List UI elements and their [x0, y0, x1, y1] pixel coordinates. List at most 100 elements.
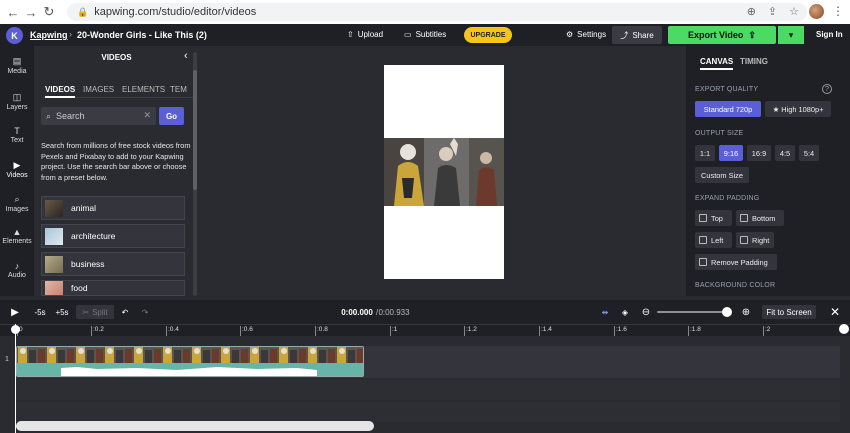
video-clip[interactable]	[16, 346, 364, 377]
search-input[interactable]: ⌕ Search ✕	[41, 107, 156, 125]
padding-top-checkbox[interactable]: Top	[695, 210, 732, 226]
upload-button[interactable]: ⇧ Upload	[347, 30, 383, 39]
canvas-page[interactable]	[384, 65, 504, 279]
checkbox-label: Remove Padding	[711, 257, 768, 267]
rail-item-elements[interactable]: ▲ Elements	[0, 227, 34, 245]
rail-item-text[interactable]: T Text	[0, 126, 34, 144]
preset-animal[interactable]: animal	[41, 196, 185, 220]
share-button[interactable]: ⤴ Share	[612, 26, 662, 44]
app-header: K Kapwing › 20-Wonder Girls - Like This …	[0, 24, 850, 46]
tab-images[interactable]: IMAGES	[83, 85, 114, 94]
editor-window: ← → ↻ 🔒 kapwing.com/studio/editor/videos…	[0, 0, 850, 433]
address-bar[interactable]: 🔒 kapwing.com/studio/editor/videos ⊕ ⇪ ☆	[67, 3, 807, 21]
chevron-right-icon: ›	[69, 29, 72, 39]
lock-icon: 🔒	[77, 6, 89, 17]
browser-menu-icon[interactable]: ⋮	[832, 4, 844, 18]
rail-label: Text	[10, 137, 24, 144]
go-button[interactable]: Go	[159, 107, 184, 125]
bookmark-star-icon[interactable]: ☆	[789, 5, 799, 18]
rail-item-layers[interactable]: ◫ Layers	[0, 92, 34, 111]
clip-thumbnails	[17, 347, 363, 363]
zoom-slider-track[interactable]	[657, 311, 731, 313]
subtitles-icon: ▭	[404, 30, 412, 39]
help-icon[interactable]: ?	[822, 84, 832, 94]
timeline-ruler[interactable]: 0 :0.2 :0.4 :0.6 :0.8 :1 :1.2 :1.4 :1.6 …	[0, 324, 850, 336]
rail-item-media[interactable]: ▤ Media	[0, 56, 34, 75]
install-icon[interactable]: ⊕	[747, 5, 756, 18]
snap-icon[interactable]: ◈	[618, 305, 632, 319]
panel-scroll-thumb[interactable]	[193, 70, 197, 190]
skip-back-button[interactable]: -5s	[32, 305, 48, 319]
ruler-tick: :1.6	[614, 326, 627, 336]
padding-right-checkbox[interactable]: Right	[736, 232, 774, 248]
zoom-out-icon[interactable]: ⊖	[640, 305, 652, 319]
project-title[interactable]: 20-Wonder Girls - Like This (2)	[77, 30, 207, 40]
forward-arrow-icon[interactable]: →	[22, 5, 40, 20]
padding-bottom-checkbox[interactable]: Bottom	[736, 210, 784, 226]
rail-item-audio[interactable]: ♪ Audio	[0, 261, 34, 279]
export-quality-label: EXPORT QUALITY	[695, 86, 759, 93]
tab-canvas[interactable]: CANVAS	[700, 57, 734, 70]
text-icon: T	[14, 126, 20, 136]
zoom-in-icon[interactable]: ⊕	[740, 305, 752, 319]
share-page-icon[interactable]: ⇪	[768, 5, 777, 18]
preset-food[interactable]: food	[41, 280, 185, 296]
current-time: 0:00.000	[341, 307, 373, 317]
redo-icon[interactable]: ↷	[140, 305, 150, 319]
kapwing-logo-icon[interactable]: K	[6, 27, 23, 44]
tab-elements[interactable]: ELEMENTS	[122, 85, 165, 94]
rail-label: Videos	[6, 172, 28, 179]
size-9-16-button[interactable]: 9:16	[719, 145, 743, 161]
skip-forward-button[interactable]: +5s	[54, 305, 70, 319]
remove-padding-checkbox[interactable]: Remove Padding	[695, 254, 777, 270]
clear-search-icon[interactable]: ✕	[143, 110, 151, 121]
checkbox-icon	[740, 236, 748, 244]
undo-icon[interactable]: ↶	[120, 305, 130, 319]
quality-high-button[interactable]: ★ High 1080p+	[765, 101, 831, 117]
tab-templates[interactable]: TEM	[170, 85, 187, 94]
collapse-panel-chevron-icon[interactable]: ‹	[184, 50, 188, 62]
close-timeline-icon[interactable]: ✕	[828, 305, 842, 319]
brand-link[interactable]: Kapwing	[30, 30, 68, 40]
size-1-1-button[interactable]: 1:1	[695, 145, 715, 161]
sign-in-link[interactable]: Sign In	[816, 30, 843, 39]
reload-icon[interactable]: ↻	[40, 4, 58, 20]
timeline-scrollbar[interactable]	[16, 421, 374, 431]
subtitles-label: Subtitles	[415, 30, 447, 39]
preset-business[interactable]: business	[41, 252, 185, 276]
subtitles-button[interactable]: ▭ Subtitles	[404, 30, 446, 39]
rail-item-images[interactable]: ⌕ Images	[0, 194, 34, 213]
fit-to-screen-button[interactable]: Fit to Screen	[762, 305, 816, 319]
tab-timing[interactable]: TIMING	[740, 57, 768, 66]
rail-item-videos[interactable]: ▶ Videos	[0, 160, 34, 179]
split-button[interactable]: ✂ Split	[76, 305, 114, 319]
playhead-handle[interactable]	[11, 325, 20, 334]
profile-avatar[interactable]	[809, 4, 824, 19]
video-layer[interactable]	[384, 138, 504, 206]
size-5-4-button[interactable]: 5:4	[799, 145, 819, 161]
back-arrow-icon[interactable]: ←	[4, 5, 22, 20]
tab-videos[interactable]: VIDEOS	[45, 85, 76, 98]
export-icon: ⇪	[748, 29, 756, 40]
settings-button[interactable]: ⚙ Settings	[566, 30, 606, 39]
size-16-9-button[interactable]: 16:9	[747, 145, 771, 161]
size-4-5-button[interactable]: 4:5	[775, 145, 795, 161]
export-video-button[interactable]: Export Video ⇪	[668, 26, 776, 44]
custom-size-button[interactable]: Custom Size	[695, 167, 749, 183]
upgrade-button[interactable]: UPGRADE	[464, 27, 512, 43]
playhead[interactable]	[15, 324, 16, 433]
ripple-icon[interactable]: ⇹	[596, 305, 614, 319]
zoom-slider-handle[interactable]	[722, 307, 733, 317]
padding-left-checkbox[interactable]: Left	[695, 232, 732, 248]
preset-architecture[interactable]: architecture	[41, 224, 185, 248]
images-icon: ⌕	[14, 194, 20, 204]
empty-track-row	[16, 402, 840, 422]
export-options-chevron-icon[interactable]: ▾	[778, 26, 804, 44]
canvas-settings-panel: CANVAS TIMING EXPORT QUALITY ? Standard …	[686, 46, 850, 296]
preset-thumbnail	[45, 199, 63, 217]
quality-standard-button[interactable]: Standard 720p	[695, 101, 761, 117]
play-icon[interactable]: ▶	[8, 305, 22, 319]
url-text: kapwing.com/studio/editor/videos	[94, 6, 257, 18]
panel-scrollbar[interactable]	[193, 52, 197, 296]
timeline-end-handle[interactable]	[839, 324, 849, 334]
